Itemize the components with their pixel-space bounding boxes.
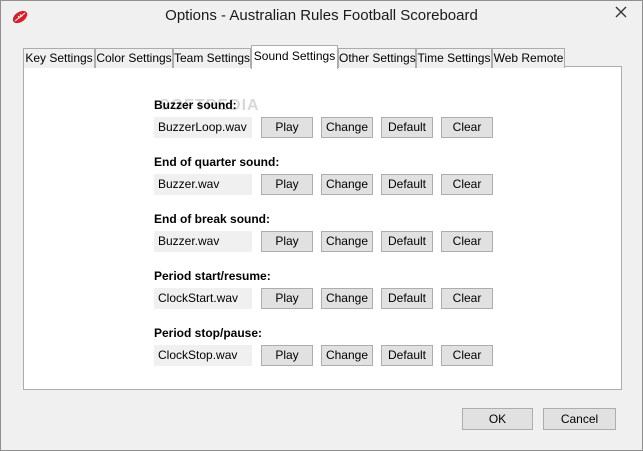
period-start-change-button[interactable]: Change [321, 288, 373, 309]
close-button[interactable] [599, 1, 643, 22]
title-bar[interactable]: Options - Australian Rules Football Scor… [1, 1, 642, 33]
end-of-break-sound-file: Buzzer.wav [154, 231, 252, 252]
buzzer-default-button[interactable]: Default [381, 117, 433, 138]
period-start-default-button[interactable]: Default [381, 288, 433, 309]
buzzer-sound-file: BuzzerLoop.wav [154, 117, 252, 138]
end-of-quarter-sound-label: End of quarter sound: [154, 155, 280, 169]
end-of-quarter-default-button[interactable]: Default [381, 174, 433, 195]
period-start-play-button[interactable]: Play [261, 288, 313, 309]
window-title: Options - Australian Rules Football Scor… [165, 7, 478, 24]
end-of-break-play-button[interactable]: Play [261, 231, 313, 252]
tab-time-settings[interactable]: Time Settings [416, 48, 492, 68]
sound-settings-panel [23, 66, 622, 390]
buzzer-clear-button[interactable]: Clear [441, 117, 493, 138]
ok-button[interactable]: OK [462, 408, 533, 430]
end-of-quarter-change-button[interactable]: Change [321, 174, 373, 195]
period-start-clear-button[interactable]: Clear [441, 288, 493, 309]
end-of-quarter-play-button[interactable]: Play [261, 174, 313, 195]
period-start-sound-label: Period start/resume: [154, 269, 271, 283]
period-stop-change-button[interactable]: Change [321, 345, 373, 366]
tab-team-settings[interactable]: Team Settings [173, 48, 251, 68]
end-of-quarter-sound-file: Buzzer.wav [154, 174, 252, 195]
period-stop-play-button[interactable]: Play [261, 345, 313, 366]
close-icon [615, 6, 627, 18]
end-of-break-clear-button[interactable]: Clear [441, 231, 493, 252]
period-stop-default-button[interactable]: Default [381, 345, 433, 366]
tab-key-settings[interactable]: Key Settings [23, 48, 95, 68]
end-of-break-sound-label: End of break sound: [154, 212, 271, 226]
end-of-break-change-button[interactable]: Change [321, 231, 373, 252]
period-stop-sound-label: Period stop/pause: [154, 326, 263, 340]
tab-sound-settings[interactable]: Sound Settings [251, 45, 338, 69]
tab-color-settings[interactable]: Color Settings [95, 48, 173, 68]
period-stop-sound-file: ClockStop.wav [154, 345, 252, 366]
buzzer-change-button[interactable]: Change [321, 117, 373, 138]
tab-other-settings[interactable]: Other Settings [338, 48, 416, 68]
end-of-quarter-clear-button[interactable]: Clear [441, 174, 493, 195]
buzzer-sound-label: Buzzer sound: [154, 98, 237, 112]
period-start-sound-file: ClockStart.wav [154, 288, 252, 309]
tab-web-remote[interactable]: Web Remote [492, 48, 565, 68]
cancel-button[interactable]: Cancel [543, 408, 616, 430]
end-of-break-default-button[interactable]: Default [381, 231, 433, 252]
period-stop-clear-button[interactable]: Clear [441, 345, 493, 366]
buzzer-play-button[interactable]: Play [261, 117, 313, 138]
options-window: Options - Australian Rules Football Scor… [0, 0, 643, 451]
